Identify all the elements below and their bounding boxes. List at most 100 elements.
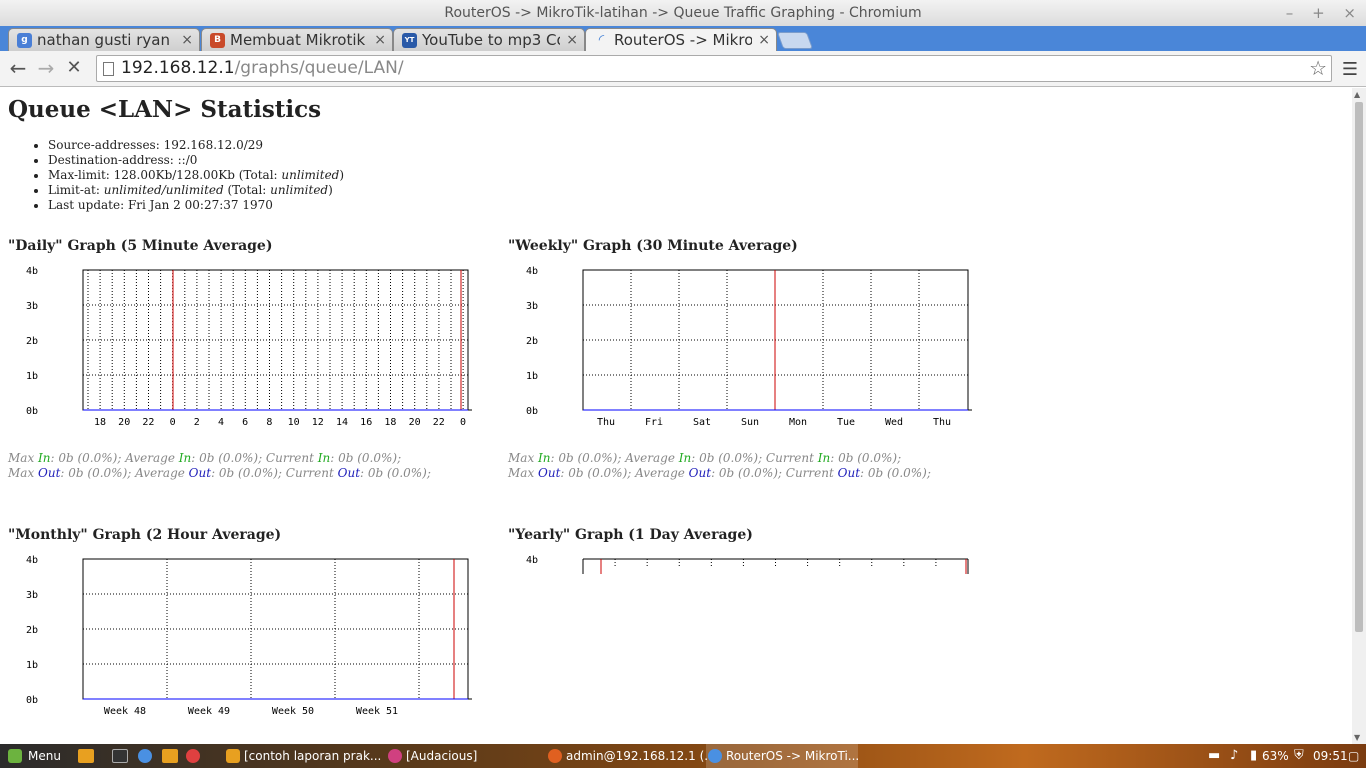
- taskbar: Menu [contoh laporan prak... [Audacious]…: [0, 744, 1366, 768]
- window-title: RouterOS -> MikroTik-latihan -> Queue Tr…: [444, 5, 922, 21]
- last-update-value: Fri Jan 2 00:27:37 1970: [127, 198, 273, 212]
- stats-prefix: ; Average: [127, 466, 189, 480]
- limit-at-value: unlimited/unlimited: [103, 183, 224, 197]
- battery-icon[interactable]: ▮: [1250, 744, 1257, 768]
- x-tick-label: 4: [218, 417, 224, 428]
- shield-icon[interactable]: ⛨: [1294, 744, 1304, 768]
- y-tick-label: 2b: [26, 625, 38, 636]
- sound-icon[interactable]: ♪: [1230, 744, 1238, 768]
- files-launcher-icon[interactable]: [162, 749, 178, 763]
- task-audacious[interactable]: [Audacious]: [386, 744, 516, 768]
- stats-value: : 0b (0.0%): [550, 451, 618, 465]
- x-tick-label: 18: [94, 417, 106, 428]
- limit-at-item: Limit-at: unlimited/unlimited (Total: un…: [48, 183, 344, 198]
- y-tick-label: 1b: [26, 371, 38, 382]
- y-tick-label: 3b: [26, 301, 38, 312]
- destination-label: Destination-address:: [48, 153, 178, 167]
- y-tick-label: 2b: [26, 336, 38, 347]
- show-desktop-icon[interactable]: ▢: [1348, 744, 1359, 768]
- stats-value: : 0b (0.0%): [50, 451, 118, 465]
- url-path: /graphs/queue/LAN/: [234, 58, 404, 78]
- x-tick-label: Tue: [837, 417, 855, 428]
- chromium-launcher-icon[interactable]: [138, 749, 152, 763]
- mint-logo-icon: [8, 749, 22, 763]
- task-firefox[interactable]: admin@192.168.12.1 (...: [546, 744, 716, 768]
- close-tab-icon[interactable]: ×: [370, 29, 386, 51]
- destination-address-item: Destination-address: ::/0: [48, 153, 344, 168]
- address-bar[interactable]: 192.168.12.1/graphs/queue/LAN/ ☆: [96, 55, 1332, 82]
- stats-prefix: ; Current: [777, 466, 838, 480]
- back-arrow-icon[interactable]: ←: [6, 57, 30, 79]
- graph-title: "Monthly" Graph (2 Hour Average): [8, 527, 282, 543]
- paren: ): [339, 168, 345, 182]
- youtube-mp3-icon: YT: [402, 33, 417, 48]
- monthly-graph-svg: 4b 3b 2b 1b 0b Week 48 Week 49 Week 50 Week 51: [26, 555, 472, 717]
- x-tick-label: Fri: [645, 417, 663, 428]
- x-tick-label: 14: [336, 417, 348, 428]
- source-value: 192.168.12.0/29: [163, 138, 264, 152]
- max-limit-value: 128.00Kb/128.00Kb: [113, 168, 235, 182]
- x-tick-label: 6: [242, 417, 248, 428]
- tab-4-active[interactable]: ◜ RouterOS -> MikroTi ×: [585, 28, 777, 52]
- y-tick-label: 0b: [526, 406, 538, 417]
- weekly-graph-svg: 4b3b2b1b0bThuFriSatSunMonTueWedThuBits p…: [526, 266, 972, 428]
- stats-prefix: Max: [8, 451, 39, 465]
- minimize-icon[interactable]: –: [1286, 4, 1294, 22]
- stats-out-label: Out: [538, 466, 561, 480]
- close-tab-icon[interactable]: ×: [754, 29, 770, 51]
- window-titlebar: RouterOS -> MikroTik-latihan -> Queue Tr…: [0, 0, 1366, 26]
- browser-toolbar: ← → ✕ 192.168.12.1/graphs/queue/LAN/ ☆ ☰: [0, 51, 1366, 87]
- limit-at-total-value: unlimited: [270, 183, 329, 197]
- scroll-down-icon[interactable]: ▼: [1354, 733, 1360, 742]
- max-limit-total-label: (Total:: [234, 168, 282, 182]
- chromium-icon: [708, 749, 722, 763]
- start-menu-button[interactable]: Menu: [4, 744, 61, 768]
- stop-loading-icon[interactable]: ✕: [62, 57, 86, 79]
- x-tick-label: Thu: [597, 417, 615, 428]
- folder-launcher-icon[interactable]: [78, 749, 94, 763]
- max-limit-item: Max-limit: 128.00Kb/128.00Kb (Total: unl…: [48, 168, 344, 183]
- maximize-icon[interactable]: +: [1312, 4, 1325, 22]
- x-tick-label: 0: [170, 417, 176, 428]
- stats-line-in: Max In: 0b (0.0%); Average In: 0b (0.0%)…: [508, 451, 931, 466]
- scroll-up-icon[interactable]: ▲: [1354, 90, 1360, 99]
- daily-graph: "Daily" Graph (5 Minute Average) 4b 3b 2b 1…: [8, 238, 488, 483]
- stats-out-label: Out: [688, 466, 712, 480]
- tab-1[interactable]: g nathan gusti ryan m ×: [8, 28, 200, 51]
- new-tab-button[interactable]: [776, 32, 814, 49]
- notifications-icon[interactable]: ▬: [1208, 744, 1220, 768]
- x-tick-label: Week 50: [272, 706, 314, 717]
- stats-end: ;: [426, 466, 431, 480]
- x-tick-label: 8: [266, 417, 272, 428]
- bookmark-star-icon[interactable]: ☆: [1309, 56, 1327, 81]
- tab-3[interactable]: YT YouTube to mp3 Co ×: [393, 28, 585, 51]
- last-update-item: Last update: Fri Jan 2 00:27:37 1970: [48, 198, 344, 213]
- stats-prefix: ; Average: [617, 451, 679, 465]
- terminal-launcher-icon[interactable]: [112, 749, 128, 763]
- tab-2[interactable]: B Membuat Mikrotik B ×: [201, 28, 393, 51]
- task-folder[interactable]: [contoh laporan prak...: [224, 744, 381, 768]
- scrollbar-thumb[interactable]: [1355, 102, 1363, 632]
- hamburger-menu-icon[interactable]: ☰: [1342, 59, 1358, 80]
- y-tick-label: 3b: [26, 590, 38, 601]
- x-tick-label: 18: [384, 417, 396, 428]
- stats-line-in: Max In: 0b (0.0%); Average In: 0b (0.0%)…: [8, 451, 431, 466]
- stats-prefix: ; Average: [627, 466, 689, 480]
- y-tick-label: 0b: [26, 406, 38, 417]
- task-label: RouterOS -> MikroTi...: [726, 749, 860, 763]
- stats-prefix: ; Current: [277, 466, 338, 480]
- close-window-icon[interactable]: ×: [1343, 4, 1356, 22]
- page-viewport: Queue <LAN> Statistics Source-addresses:…: [0, 88, 1352, 744]
- task-chromium[interactable]: RouterOS -> MikroTi...: [706, 744, 860, 768]
- close-tab-icon[interactable]: ×: [177, 29, 193, 51]
- stats-end: ;: [897, 451, 902, 465]
- forward-arrow-icon[interactable]: →: [34, 57, 58, 79]
- x-tick-label: 16: [360, 417, 372, 428]
- vertical-scrollbar[interactable]: ▲ ▼: [1352, 88, 1366, 744]
- graph-stats: Max In: 0b (0.0%); Average In: 0b (0.0%)…: [508, 451, 931, 481]
- opera-launcher-icon[interactable]: [186, 749, 200, 763]
- stats-out-label: Out: [188, 466, 212, 480]
- close-tab-icon[interactable]: ×: [562, 29, 578, 51]
- stats-out-label: Out: [38, 466, 61, 480]
- stats-value: : 0b (0.0%): [860, 466, 927, 480]
